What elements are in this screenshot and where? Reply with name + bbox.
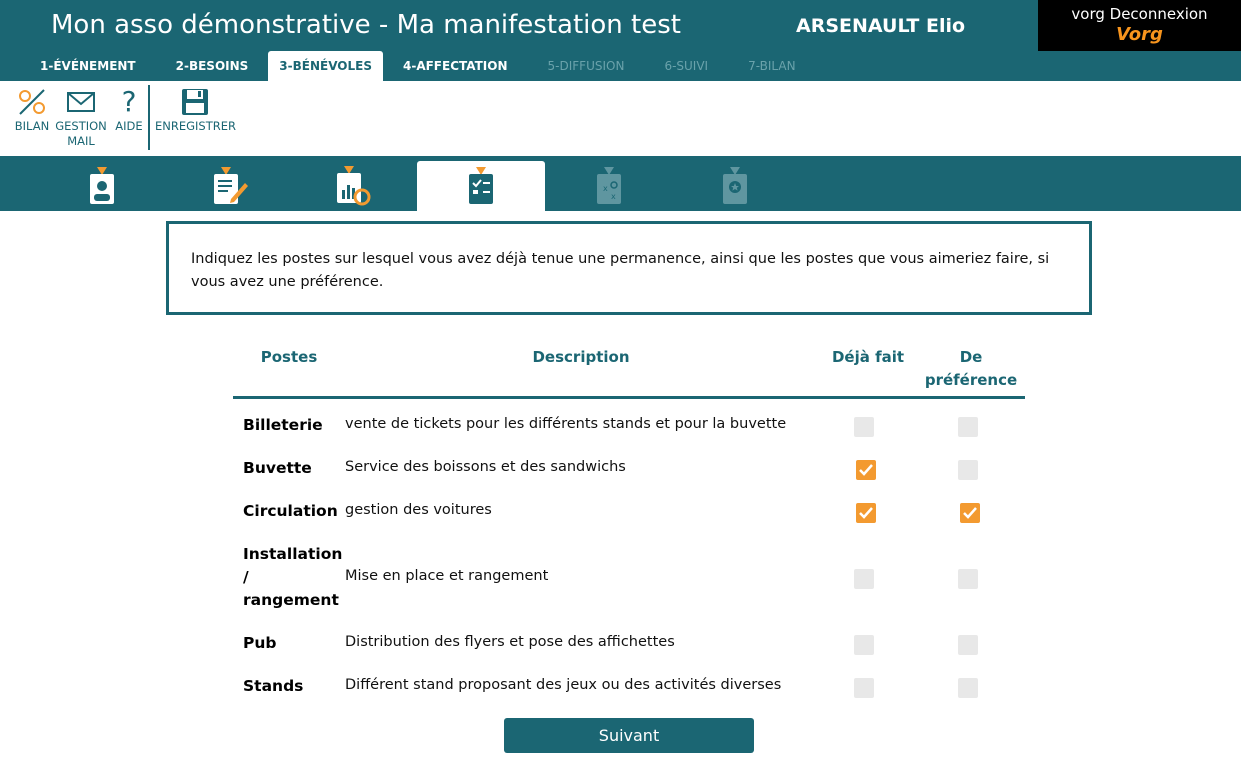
checkmark-icon xyxy=(859,507,873,519)
mail-icon xyxy=(67,92,95,112)
poste-description: Distribution des flyers et pose des affi… xyxy=(345,634,675,650)
svg-text:x: x xyxy=(603,184,608,193)
poste-name: Pub xyxy=(243,634,277,652)
aide-button[interactable]: ? AIDE xyxy=(113,87,145,134)
deja-fait-checkbox[interactable] xyxy=(854,635,874,655)
badge-person-icon xyxy=(90,167,114,204)
checkmark-icon xyxy=(963,507,977,519)
page-title: Mon asso démonstrative - Ma manifestatio… xyxy=(51,10,681,40)
table-row: Circulation gestion des voitures xyxy=(233,500,1025,524)
step-tab-benevoles[interactable]: 3-BÉNÉVOLES xyxy=(268,51,383,81)
step-tab-affectation[interactable]: 4-AFFECTATION xyxy=(383,51,528,81)
tab-checklist[interactable] xyxy=(417,161,545,211)
poste-name-line3: rangement xyxy=(243,591,339,609)
gestion-label: GESTION xyxy=(55,119,107,133)
aide-label: AIDE xyxy=(115,119,143,133)
step-tab-suivi: 6-SUIVI xyxy=(664,59,709,73)
poste-name: Buvette xyxy=(243,459,312,477)
instructions-box: Indiquez les postes sur lesquel vous ave… xyxy=(166,221,1092,315)
vorg-logo: Vorg xyxy=(1116,24,1163,45)
toolbar: BILAN GESTION MAIL ? AIDE ENREGISTRER xyxy=(0,81,1241,156)
poste-name: Billeterie xyxy=(243,416,323,434)
col-header-preference-line2: préférence xyxy=(924,371,1018,389)
step-tab-diffusion: 5-DIFFUSION xyxy=(547,59,625,73)
enregistrer-label: ENREGISTRER xyxy=(155,119,236,133)
tab-rating[interactable] xyxy=(671,161,799,211)
step-tab-evenement[interactable]: 1-ÉVÉNEMENT xyxy=(20,51,156,81)
col-header-preference: De préférence xyxy=(921,346,1021,392)
step-tab-bilan: 7-BILAN xyxy=(748,59,796,73)
poste-description: vente de tickets pour les différents sta… xyxy=(345,416,787,432)
svg-text:?: ? xyxy=(122,87,137,117)
table-row: Installation / rangement Mise en place e… xyxy=(233,543,1025,613)
tab-strategy[interactable]: x x xyxy=(545,161,673,211)
deja-fait-checkbox[interactable] xyxy=(856,460,876,480)
help-icon: ? xyxy=(122,87,137,117)
table-row: Stands Différent stand proposant des jeu… xyxy=(233,675,1025,699)
col-header-preference-line1: De xyxy=(959,348,983,366)
app-header: Mon asso démonstrative - Ma manifestatio… xyxy=(0,0,1241,81)
badge-chart-icon xyxy=(337,166,371,206)
poste-description: gestion des voitures xyxy=(345,502,492,518)
gestion-mail-button[interactable]: GESTION MAIL xyxy=(55,87,107,149)
deja-fait-checkbox[interactable] xyxy=(854,678,874,698)
deja-fait-checkbox[interactable] xyxy=(854,417,874,437)
preference-checkbox[interactable] xyxy=(958,569,978,589)
badge-star-icon xyxy=(723,167,747,204)
checkmark-icon xyxy=(859,464,873,476)
table-row: Pub Distribution des flyers et pose des … xyxy=(233,632,1025,656)
table-row: Billeterie vente de tickets pour les dif… xyxy=(233,414,1025,438)
preference-checkbox[interactable] xyxy=(960,503,980,523)
poste-name-line1: Installation xyxy=(243,545,343,563)
poste-name: Installation / rangement xyxy=(243,543,343,612)
enregistrer-button[interactable]: ENREGISTRER xyxy=(155,87,236,134)
preference-checkbox[interactable] xyxy=(958,460,978,480)
bilan-label: BILAN xyxy=(14,119,50,133)
table-row: Buvette Service des boissons et des sand… xyxy=(233,457,1025,481)
user-name: ARSENAULT Elio xyxy=(796,15,966,37)
badge-checklist-icon xyxy=(469,167,493,204)
col-header-postes: Postes xyxy=(260,348,318,366)
svg-text:x: x xyxy=(611,192,616,201)
tab-profile[interactable] xyxy=(38,161,166,211)
col-header-description: Description xyxy=(532,348,630,366)
col-header-deja-fait: Déjà fait xyxy=(831,348,905,366)
preference-checkbox[interactable] xyxy=(958,635,978,655)
logout-label: vorg Deconnexion xyxy=(1071,5,1208,23)
poste-description: Différent stand proposant des jeux ou de… xyxy=(345,677,782,693)
poste-description: Mise en place et rangement xyxy=(345,568,549,584)
postes-table-header: Postes Description Déjà fait De préféren… xyxy=(233,335,1025,399)
bilan-icon xyxy=(19,89,45,115)
save-icon xyxy=(182,89,208,115)
preference-checkbox[interactable] xyxy=(958,417,978,437)
deja-fait-checkbox[interactable] xyxy=(854,569,874,589)
badge-edit-icon xyxy=(214,167,248,204)
preference-checkbox[interactable] xyxy=(958,678,978,698)
poste-name-line2: / xyxy=(243,568,249,586)
icon-tabs: x x xyxy=(0,156,1241,211)
poste-description: Service des boissons et des sandwichs xyxy=(345,459,626,475)
mail-label: MAIL xyxy=(67,134,95,148)
poste-name: Circulation xyxy=(243,502,338,520)
tab-edit[interactable] xyxy=(166,161,294,211)
bilan-button[interactable]: BILAN xyxy=(14,87,50,134)
step-nav: 1-ÉVÉNEMENT 2-BESOINS 3-BÉNÉVOLES 4-AFFE… xyxy=(20,51,816,81)
toolbar-divider xyxy=(148,85,150,150)
logout-button[interactable]: vorg Deconnexion Vorg xyxy=(1038,0,1241,51)
deja-fait-checkbox[interactable] xyxy=(856,503,876,523)
step-tab-besoins[interactable]: 2-BESOINS xyxy=(156,51,269,81)
tab-stats[interactable] xyxy=(289,161,417,211)
poste-name: Stands xyxy=(243,677,304,695)
badge-strategy-icon: x x xyxy=(597,167,621,204)
suivant-button[interactable]: Suivant xyxy=(504,718,754,753)
